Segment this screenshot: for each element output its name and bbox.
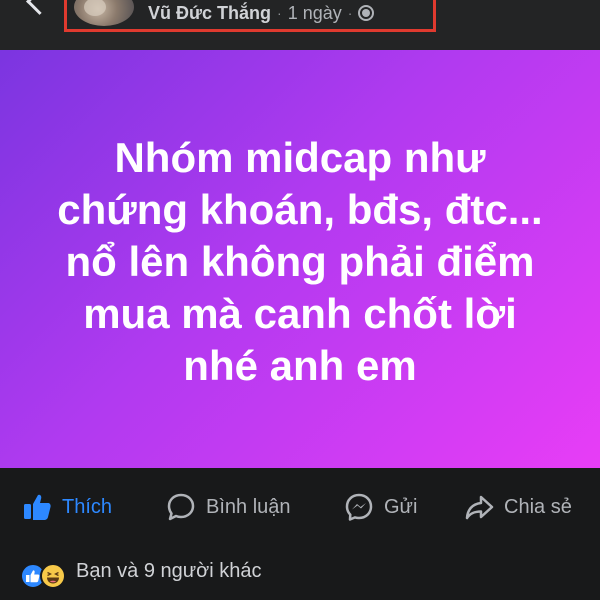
post-header: Vũ Đức Thắng · 1 ngày ·	[0, 0, 600, 50]
separator-dot: ·	[277, 5, 282, 21]
post-text-line: Nhóm midcap như	[114, 134, 486, 181]
author-name[interactable]: Vũ Đức Thắng	[148, 3, 271, 24]
haha-reaction-icon	[40, 563, 66, 589]
action-bar: Thích Bình luận Gửi Chia sẻ	[0, 468, 600, 547]
like-icon	[22, 492, 52, 522]
post-screen: Vũ Đức Thắng · 1 ngày · Nhóm midcap như …	[0, 0, 600, 600]
share-label: Chia sẻ	[504, 495, 572, 518]
share-button[interactable]: Chia sẻ	[464, 468, 572, 546]
back-chevron-icon[interactable]	[26, 0, 53, 15]
post-time[interactable]: 1 ngày	[288, 3, 342, 24]
share-icon	[464, 492, 494, 522]
post-text: Nhóm midcap như chứng khoán, bđs, đtc...…	[30, 132, 570, 392]
comment-icon	[166, 492, 196, 522]
post-text-line: mua mà canh chốt lời	[83, 290, 517, 337]
reaction-icons	[20, 563, 76, 589]
post-text-line: nhé anh em	[183, 342, 417, 389]
comment-label: Bình luận	[206, 495, 291, 518]
author-line: Vũ Đức Thắng · 1 ngày ·	[148, 2, 375, 24]
globe-icon[interactable]	[358, 5, 375, 21]
reactions-summary[interactable]: Bạn và 9 người khác	[76, 560, 262, 583]
like-button[interactable]: Thích	[22, 468, 112, 546]
post-text-line: nổ lên không phải điểm	[65, 238, 535, 285]
post-text-line: chứng khoán, bđs, đtc...	[57, 186, 543, 233]
separator-dot-2: ·	[347, 5, 353, 21]
like-label: Thích	[62, 495, 113, 518]
send-button[interactable]: Gửi	[344, 468, 417, 546]
send-label: Gửi	[384, 495, 418, 518]
post-background-card: Nhóm midcap như chứng khoán, bđs, đtc...…	[0, 50, 600, 468]
comment-button[interactable]: Bình luận	[166, 468, 291, 546]
reactions-row[interactable]: Bạn và 9 người khác	[0, 546, 600, 600]
messenger-icon	[344, 492, 374, 522]
